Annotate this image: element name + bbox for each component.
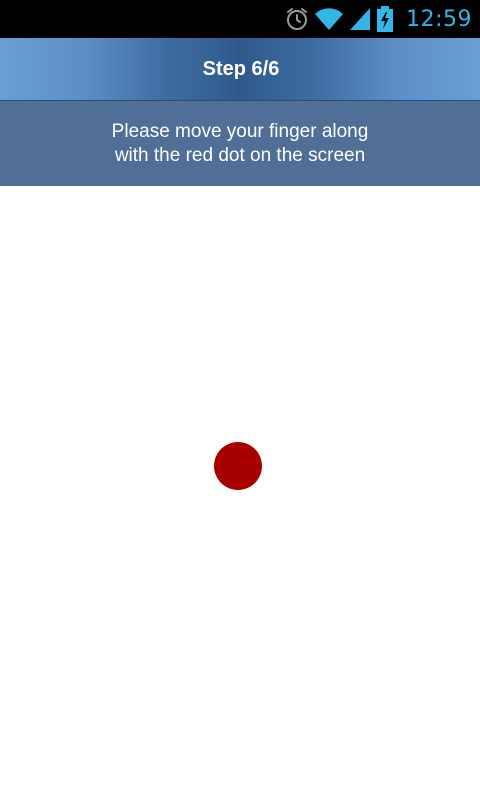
calibration-screen: 12:59 Step 6/6 Please move your finger a…	[0, 0, 480, 800]
status-bar: 12:59	[0, 0, 480, 38]
alarm-icon	[284, 6, 310, 32]
red-dot-target[interactable]	[214, 442, 262, 490]
page-title: Step 6/6	[202, 57, 280, 80]
instruction-banner: Please move your finger along with the r…	[0, 101, 480, 186]
battery-charging-icon	[376, 5, 394, 33]
title-bar: Step 6/6	[0, 38, 480, 101]
signal-icon	[348, 6, 372, 32]
instruction-text: Please move your finger along with the r…	[111, 120, 369, 166]
wifi-icon	[314, 6, 344, 32]
status-icons: 12:59	[284, 0, 472, 38]
touch-area[interactable]	[0, 186, 480, 800]
status-clock: 12:59	[406, 6, 472, 32]
